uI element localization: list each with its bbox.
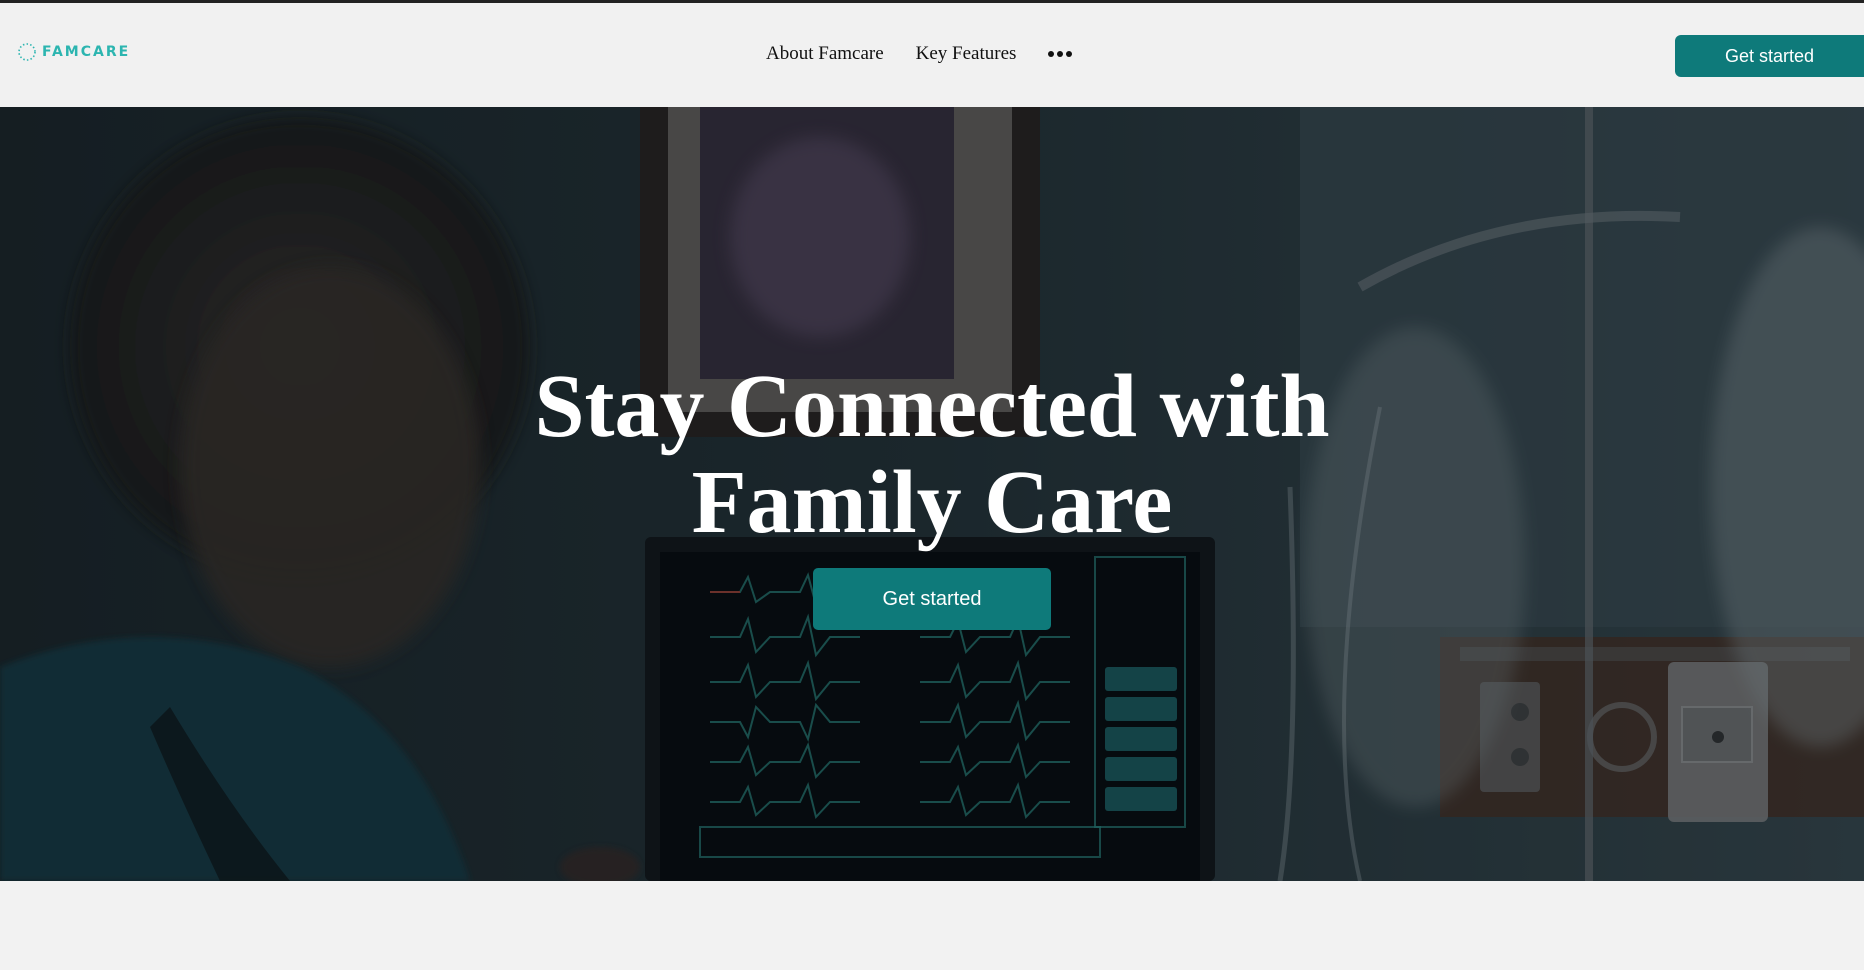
navbar: FAMCARE About Famcare Key Features Get s…	[0, 3, 1864, 107]
main-nav: About Famcare Key Features	[766, 43, 1073, 65]
header-get-started-button[interactable]: Get started	[1675, 35, 1864, 77]
dotted-ring-logo-icon	[18, 43, 36, 61]
hero-get-started-button[interactable]: Get started	[813, 568, 1051, 630]
hero-title: Stay Connected with Family Care	[332, 359, 1532, 551]
brand-name: FAMCARE	[42, 44, 131, 60]
nav-link-key-features[interactable]: Key Features	[916, 43, 1017, 65]
ellipsis-icon[interactable]	[1048, 47, 1073, 61]
page: FAMCARE About Famcare Key Features Get s…	[0, 0, 1864, 970]
bottom-band	[0, 881, 1864, 970]
nav-link-about[interactable]: About Famcare	[766, 43, 884, 65]
hero-section: Stay Connected with Family Care Get star…	[0, 107, 1864, 881]
hero-title-line-1: Stay Connected with	[534, 357, 1330, 456]
hero-title-line-2: Family Care	[691, 453, 1173, 552]
brand-logo[interactable]: FAMCARE	[16, 41, 130, 63]
